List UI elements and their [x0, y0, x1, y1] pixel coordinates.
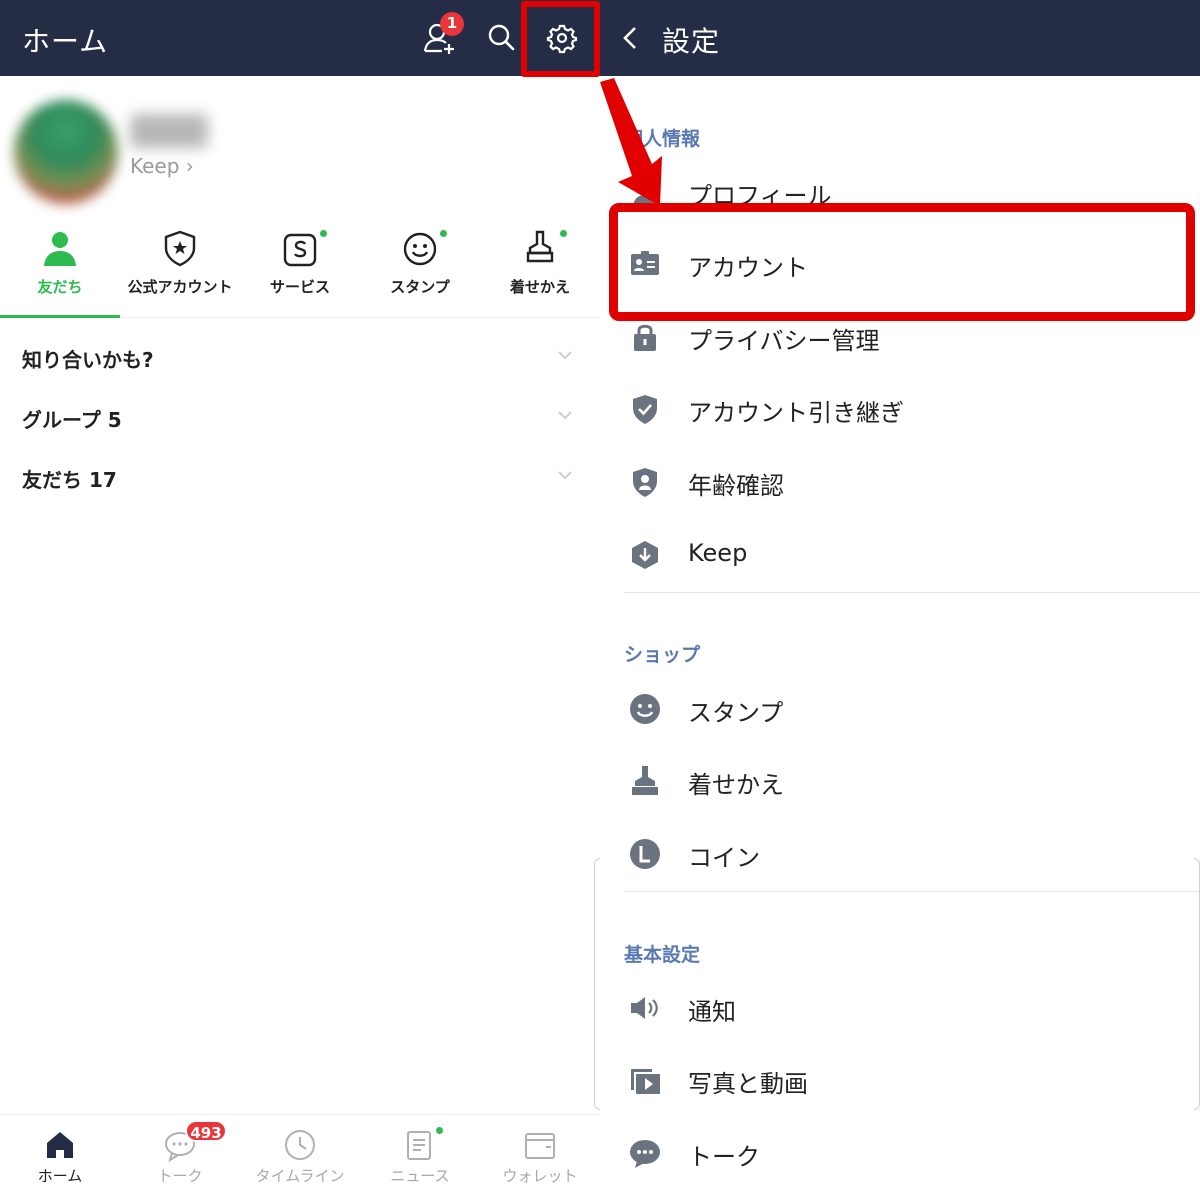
shield-star-icon	[164, 230, 196, 267]
settings-item-keep[interactable]: Keep	[600, 525, 1200, 585]
photo-video-icon	[631, 1069, 660, 1094]
shield-person-icon	[633, 468, 657, 497]
settings-item-age-verification[interactable]: 年齢確認	[600, 452, 1200, 512]
new-dot	[440, 230, 447, 237]
bottom-nav: ホーム トーク タイムライン ニュース ウォレット	[0, 1114, 600, 1194]
my-profile[interactable]: Keep ›	[10, 92, 590, 208]
chevron-down-icon	[558, 411, 572, 420]
account-highlight-box	[609, 203, 1195, 321]
new-dot	[320, 230, 327, 237]
section-suggested-friends[interactable]: 知り合いかも?	[22, 338, 582, 378]
settings-item-notifications[interactable]: 通知	[600, 978, 1200, 1038]
tab-label: サービス	[269, 278, 330, 296]
settings-item-label: 着せかえ	[688, 771, 784, 799]
search-icon	[488, 24, 515, 51]
settings-title: 設定	[662, 25, 721, 58]
smiley-icon	[630, 694, 660, 724]
keep-icon	[632, 541, 658, 569]
section-label: 友だち 17	[22, 468, 117, 492]
tab-services[interactable]: サービス	[240, 222, 360, 318]
chevron-down-icon	[558, 471, 572, 480]
group-header-shop: ショップ	[624, 644, 701, 666]
settings-item-label: 写真と動画	[688, 1070, 808, 1098]
tab-label: スタンプ	[390, 278, 450, 296]
gear-highlight-box	[521, 1, 600, 77]
lock-icon	[634, 324, 656, 351]
scroll-edge	[594, 858, 600, 1110]
settings-item-coins[interactable]: コイン	[600, 824, 1200, 884]
tab-friends[interactable]: 友だち	[0, 222, 120, 318]
add-friend-badge: 1	[440, 12, 464, 36]
coin-icon	[630, 839, 660, 869]
service-s-icon	[283, 233, 317, 267]
tab-label: 着せかえ	[509, 278, 570, 296]
nav-label: トーク	[157, 1167, 203, 1185]
search-button[interactable]	[482, 18, 522, 58]
avatar[interactable]	[14, 100, 118, 204]
settings-item-label: Keep	[688, 539, 748, 567]
nav-timeline[interactable]: タイムライン	[240, 1115, 360, 1194]
settings-item-label: 通知	[688, 998, 736, 1026]
group-header-basic-settings: 基本設定	[624, 944, 701, 966]
news-icon	[407, 1131, 431, 1160]
home-screen: ホーム 1 Keep › 友だち 公式アカウント サービス スタンプ 着せかえ …	[0, 0, 600, 1194]
section-groups[interactable]: グループ 5	[22, 398, 582, 438]
divider	[624, 592, 1200, 593]
settings-item-talk[interactable]: トーク	[600, 1123, 1200, 1183]
home-title: ホーム	[22, 25, 109, 58]
settings-item-photos-videos[interactable]: 写真と動画	[600, 1050, 1200, 1110]
profile-name-blurred	[130, 114, 208, 148]
section-label: グループ 5	[22, 408, 122, 432]
settings-item-stickers[interactable]: スタンプ	[600, 679, 1200, 739]
chevron-down-icon	[558, 351, 572, 360]
settings-item-account-transfer[interactable]: アカウント引き継ぎ	[600, 379, 1200, 439]
settings-item-label: 年齢確認	[688, 472, 784, 500]
settings-item-label: コイン	[688, 844, 760, 872]
nav-label: タイムライン	[255, 1167, 345, 1185]
nav-news[interactable]: ニュース	[360, 1115, 480, 1194]
brush-icon	[632, 766, 658, 795]
home-tabs: 友だち 公式アカウント サービス スタンプ 着せかえ	[0, 222, 600, 318]
shield-check-icon	[633, 395, 657, 424]
settings-item-themes[interactable]: 着せかえ	[600, 751, 1200, 811]
new-dot	[436, 1127, 443, 1134]
home-icon	[47, 1132, 73, 1158]
speaker-icon	[631, 997, 658, 1019]
section-label: 知り合いかも?	[22, 348, 154, 372]
tab-official-accounts[interactable]: 公式アカウント	[120, 222, 240, 318]
smiley-icon	[403, 232, 437, 266]
settings-screen: 設定 個人情報 プロフィール アカウント プライバシー管理 アカウント引き継ぎ	[594, 0, 1200, 1194]
red-arrow-annotation	[600, 78, 662, 206]
home-header: ホーム 1	[0, 0, 600, 76]
section-friends[interactable]: 友だち 17	[22, 458, 582, 498]
keep-link[interactable]: Keep ›	[130, 154, 194, 178]
chat-bubble-icon	[630, 1140, 660, 1168]
settings-header: 設定	[600, 0, 1200, 76]
brush-icon	[526, 230, 554, 263]
nav-label: ホーム	[37, 1167, 83, 1185]
divider	[624, 891, 1200, 892]
settings-item-label: トーク	[688, 1143, 760, 1171]
wallet-icon	[525, 1133, 555, 1159]
nav-home[interactable]: ホーム	[0, 1115, 120, 1194]
tab-stickers[interactable]: スタンプ	[360, 222, 480, 318]
nav-label: ニュース	[390, 1167, 450, 1185]
person-icon	[44, 232, 76, 266]
settings-item-label: アカウント引き継ぎ	[688, 399, 904, 427]
tab-label: 公式アカウント	[127, 278, 233, 296]
talk-unread-badge: 493	[185, 1120, 227, 1142]
scroll-edge	[1194, 858, 1200, 1110]
settings-item-label: スタンプ	[688, 699, 784, 727]
nav-label: ウォレット	[502, 1167, 578, 1185]
nav-wallet[interactable]: ウォレット	[480, 1115, 600, 1194]
new-dot	[560, 230, 567, 237]
back-arrow-icon[interactable]	[616, 20, 644, 56]
settings-item-label: プライバシー管理	[688, 327, 880, 355]
clock-icon	[285, 1130, 315, 1160]
tab-label: 友だち	[37, 278, 83, 296]
tab-themes[interactable]: 着せかえ	[480, 222, 600, 318]
